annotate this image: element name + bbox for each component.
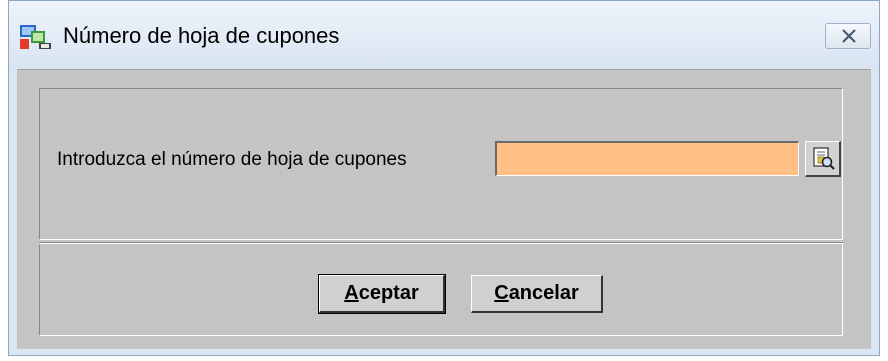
close-icon xyxy=(842,29,856,43)
accept-mnemonic: A xyxy=(344,282,359,304)
coupon-sheet-label: Introduzca el número de hoja de cupones xyxy=(57,149,407,170)
cancel-button[interactable]: Cancelar xyxy=(471,275,603,313)
cancel-mnemonic: C xyxy=(494,282,509,304)
dialog-window: Número de hoja de cupones Introduzca el … xyxy=(8,0,880,356)
window-title: Número de hoja de cupones xyxy=(63,23,340,48)
cancel-label: ancelar xyxy=(508,282,579,304)
app-icon xyxy=(19,23,53,51)
title-bar[interactable]: Número de hoja de cupones xyxy=(9,1,879,69)
search-document-icon xyxy=(813,147,835,170)
accept-button[interactable]: Aceptar xyxy=(318,274,446,314)
lookup-button[interactable] xyxy=(805,141,841,177)
coupon-sheet-number-input[interactable] xyxy=(495,141,799,176)
accept-label: ceptar xyxy=(358,282,419,304)
close-button[interactable] xyxy=(825,23,871,49)
